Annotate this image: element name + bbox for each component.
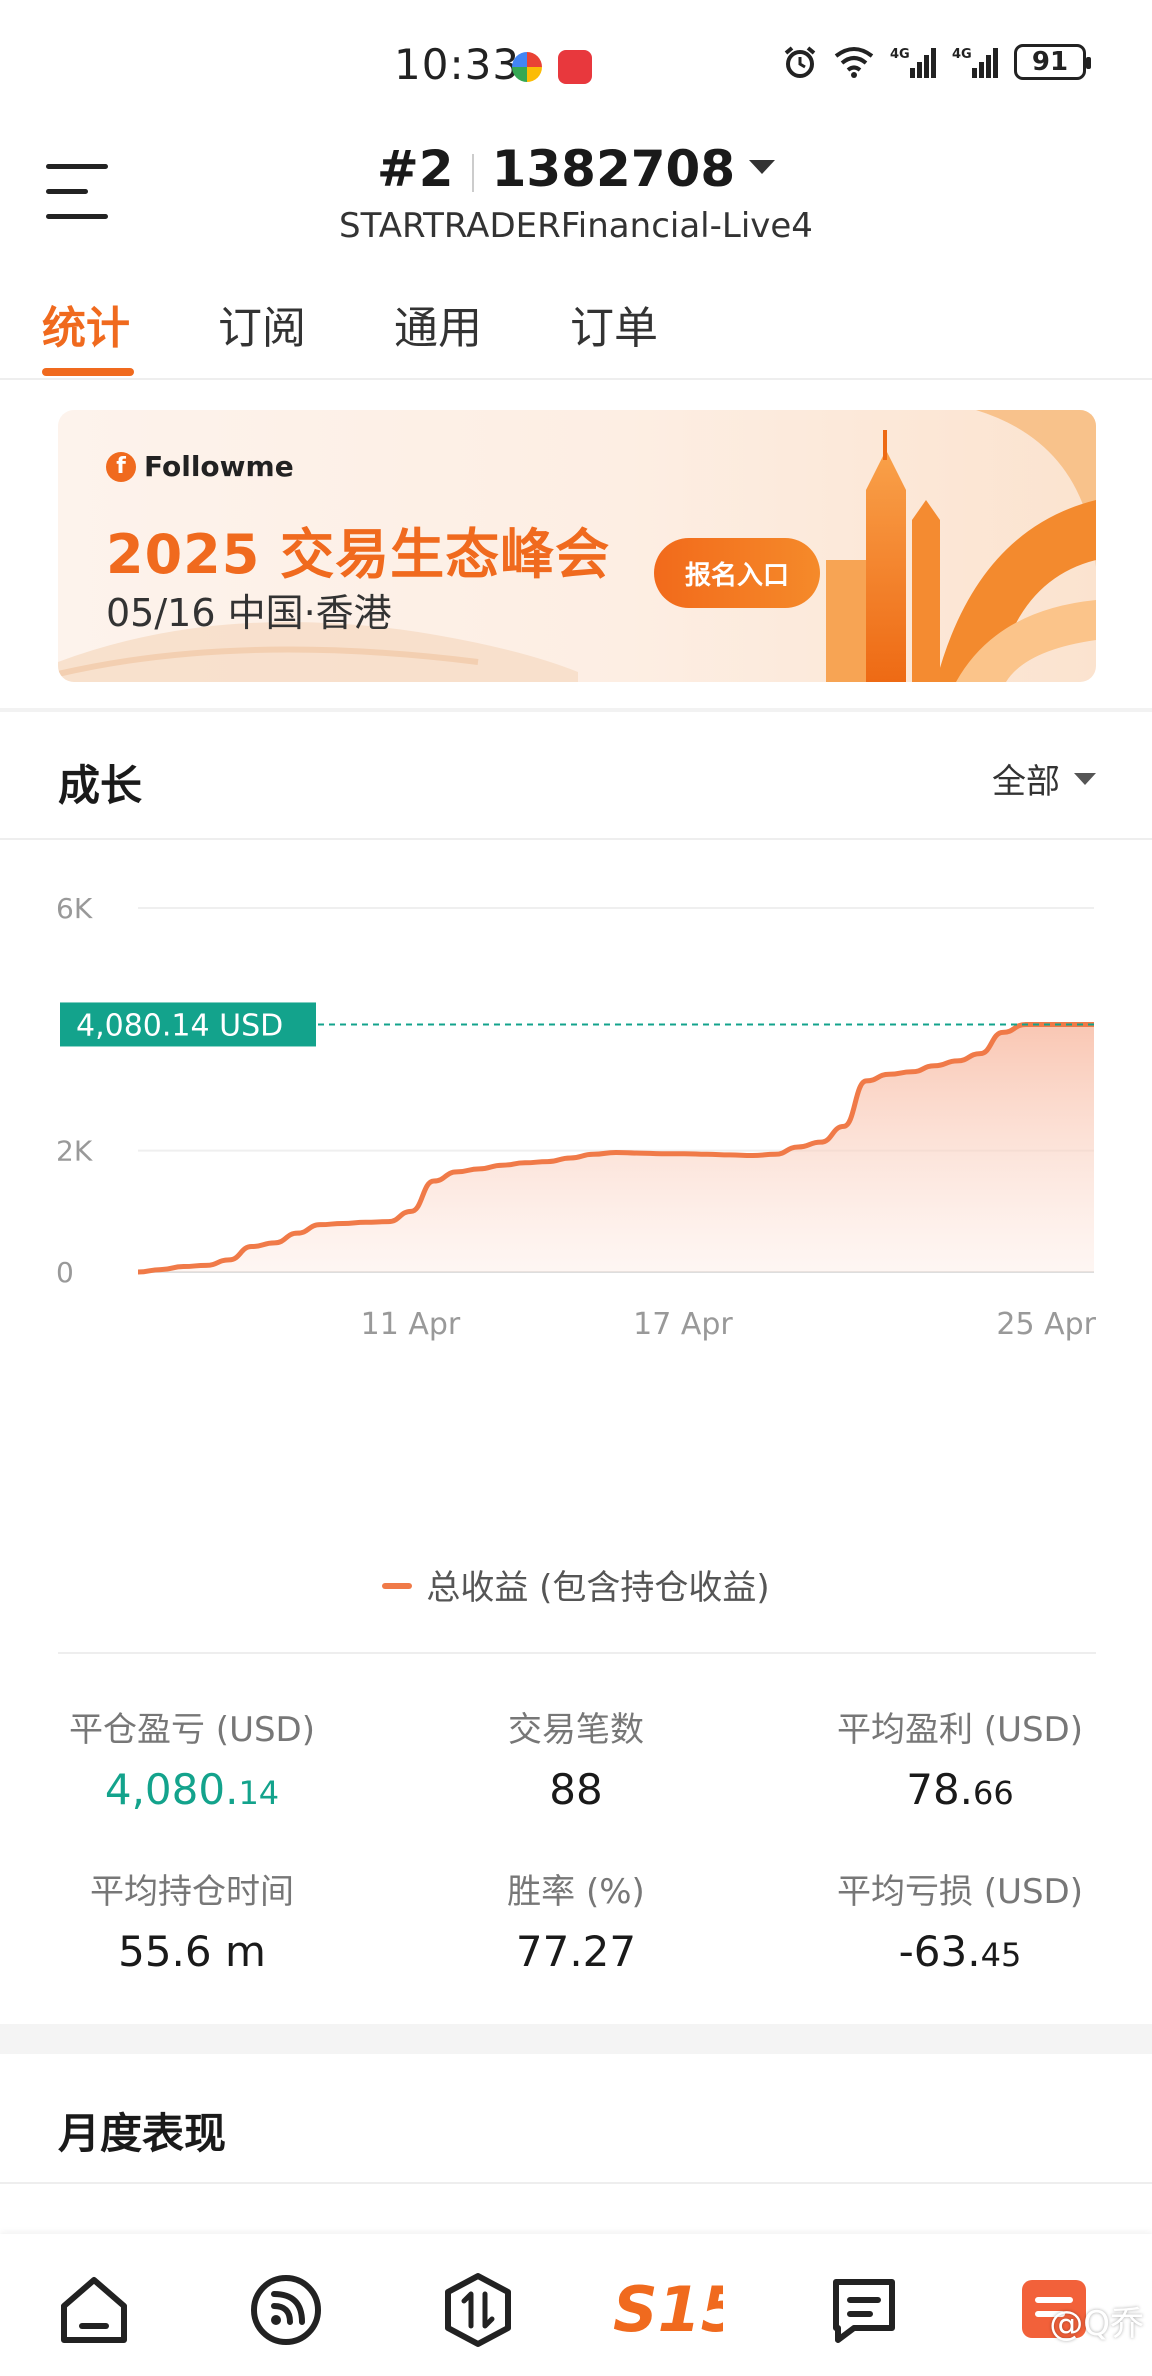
wifi-icon <box>834 47 874 78</box>
stat-avg-loss: 平均亏损 (USD) -63.45 <box>768 1864 1152 1976</box>
stat-label: 平仓盈亏 (USD) <box>69 1710 315 1750</box>
stat-value: 78.66 <box>906 1765 1014 1814</box>
y-tick-label: 0 <box>56 1256 74 1289</box>
svg-text:4G: 4G <box>890 47 910 62</box>
account-id: 1382708 <box>491 140 736 198</box>
stat-value: 55.6 m <box>118 1927 266 1976</box>
tab-general[interactable]: 通用 <box>394 292 482 356</box>
stat-trade-count: 交易笔数 88 <box>384 1702 768 1814</box>
range-filter-dropdown[interactable]: 全部 <box>992 754 1096 803</box>
svg-text:S15: S15 <box>613 2275 723 2345</box>
stat-label: 平均盈利 (USD) <box>837 1710 1083 1750</box>
banner-subtitle: 05/16 中国·香港 <box>106 591 392 635</box>
account-number: #2 <box>376 140 454 198</box>
x-tick-label: 17 Apr <box>633 1307 733 1342</box>
growth-chart: 0 2K 6K 11 Apr 17 Apr 25 Apr 4,080.14 USD <box>56 892 1097 1342</box>
message-icon[interactable] <box>822 2268 906 2352</box>
stat-closed-pnl: 平仓盈亏 (USD) 4,080.14 <box>0 1702 384 1814</box>
tab-bar: 统计 订阅 通用 订单 <box>0 280 1152 380</box>
tab-stats[interactable]: 统计 <box>42 292 130 356</box>
battery-icon: 91 <box>1014 44 1091 80</box>
active-tab-indicator <box>42 368 134 376</box>
tab-subscribe[interactable]: 订阅 <box>218 292 306 356</box>
s15-logo[interactable]: S15 <box>610 2268 726 2352</box>
svg-text:4G: 4G <box>952 47 972 62</box>
legend-label: 总收益 (包含持仓收益) <box>426 1568 770 1608</box>
promo-banner[interactable]: f Followme 2025 交易生态峰会 05/16 中国·香港 报名入口 <box>58 410 1096 682</box>
stat-win-rate: 胜率 (%) 77.27 <box>384 1864 768 1976</box>
legend-swatch <box>382 1582 413 1589</box>
stat-avg-profit: 平均盈利 (USD) 78.66 <box>768 1702 1152 1814</box>
cellular-signal-icon: 4G <box>890 47 936 78</box>
status-bar: 10:33 4G 4G 91 <box>0 0 1152 130</box>
alarm-icon <box>784 46 816 78</box>
stat-label: 平均亏损 (USD) <box>837 1872 1083 1912</box>
banner-title: 2025 交易生态峰会 <box>106 523 611 586</box>
stat-label: 平均持仓时间 <box>90 1872 294 1912</box>
monthly-section-header[interactable]: 月度表现 <box>0 2054 1152 2184</box>
chart-legend: 总收益 (包含持仓收益) <box>0 1560 1152 1609</box>
bottom-navigation: S15 @Q乔 <box>0 2234 1152 2376</box>
y-tick-label: 2K <box>56 1135 93 1168</box>
watermark: @Q乔 <box>1049 2304 1144 2344</box>
current-value-label: 4,080.14 USD <box>76 1008 283 1043</box>
home-icon[interactable] <box>52 2268 136 2352</box>
status-time: 10:33 <box>394 40 521 89</box>
register-button[interactable]: 报名入口 <box>654 538 820 608</box>
stat-value: 4,080.14 <box>104 1765 280 1814</box>
account-server: STARTRADERFinancial-Live4 <box>339 206 813 246</box>
stat-value: 77.27 <box>515 1927 637 1976</box>
stat-value: -63.45 <box>898 1927 1022 1976</box>
stat-label: 交易笔数 <box>508 1710 644 1750</box>
skyline-illustration <box>826 410 1096 682</box>
chevron-down-icon <box>749 159 776 174</box>
app-header: #2 1382708 STARTRADERFinancial-Live4 <box>0 130 1152 260</box>
app-notification-icon <box>512 52 542 82</box>
trade-icon[interactable] <box>436 2268 520 2352</box>
monthly-title: 月度表现 <box>58 2109 227 2158</box>
growth-title: 成长 <box>58 761 143 810</box>
stats-divider <box>58 1652 1096 1654</box>
x-tick-label: 11 Apr <box>361 1307 461 1342</box>
section-gap <box>0 2024 1152 2054</box>
stat-label: 胜率 (%) <box>507 1872 645 1912</box>
signal-icon[interactable] <box>244 2268 328 2352</box>
followme-logo: f Followme <box>106 450 294 483</box>
y-tick-label: 6K <box>56 892 93 925</box>
huawei-app-icon <box>558 50 592 84</box>
growth-section-header: 成长 全部 <box>0 712 1152 840</box>
cellular-signal-2-icon: 4G <box>952 47 998 78</box>
chevron-down-icon <box>1074 772 1096 785</box>
tab-orders[interactable]: 订单 <box>570 292 658 356</box>
stat-value: 88 <box>549 1765 603 1814</box>
account-selector[interactable]: #2 1382708 <box>0 140 1152 198</box>
stat-avg-hold-time: 平均持仓时间 55.6 m <box>0 1864 384 1976</box>
x-tick-label: 25 Apr <box>996 1307 1096 1342</box>
